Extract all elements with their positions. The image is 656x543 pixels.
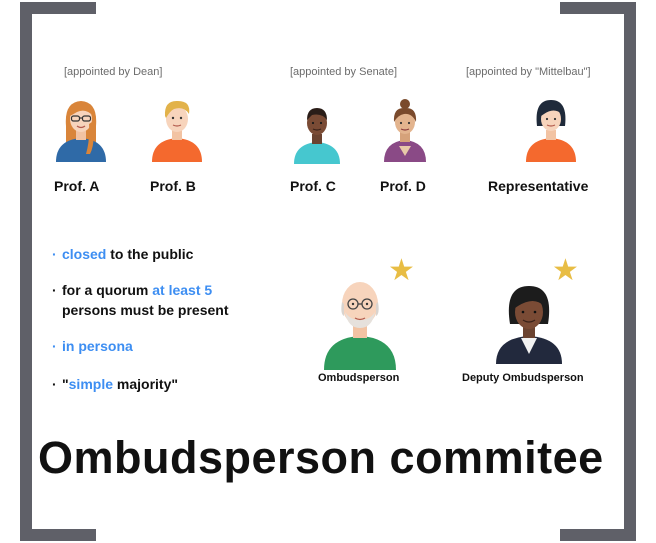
- frame-top-left: [20, 2, 96, 56]
- member-name-prof-b: Prof. B: [150, 178, 196, 194]
- star-icon: ★: [388, 254, 415, 287]
- person-avatar-icon: [496, 286, 562, 364]
- frame-left-bracket: [20, 2, 32, 541]
- person-avatar-icon: [294, 108, 340, 164]
- group-label-mittelbau: [appointed by "Mittelbau"]: [466, 66, 591, 78]
- member-name-prof-d: Prof. D: [380, 178, 426, 194]
- role-ombudsperson: Ombudsperson: [318, 372, 400, 384]
- member-name-prof-a: Prof. A: [54, 178, 100, 194]
- rule-closed: · closed to the public: [52, 246, 194, 262]
- bullet-icon: ·: [52, 246, 57, 262]
- rule-in-persona: · in persona: [52, 338, 133, 354]
- group-label-dean: [appointed by Dean]: [64, 66, 163, 78]
- person-avatar-icon: [152, 100, 202, 162]
- frame-bottom-right: [560, 487, 636, 541]
- bullet-icon: ·: [52, 338, 57, 354]
- role-deputy-ombudsperson: Deputy Ombudsperson: [462, 372, 584, 384]
- frame-right-bracket: [624, 2, 636, 541]
- frame-bottom-left: [20, 487, 96, 541]
- rule-quorum: · for a quorum at least 5 persons must be…: [52, 282, 229, 318]
- frame-top-right: [560, 2, 636, 56]
- bullet-icon: ·: [52, 282, 57, 298]
- bullet-icon: ·: [52, 376, 57, 392]
- member-name-prof-c: Prof. C: [290, 178, 336, 194]
- group-label-senate: [appointed by Senate]: [290, 66, 398, 78]
- rule-majority: · "simple majority": [52, 376, 178, 392]
- member-name-representative: Representative: [488, 178, 589, 194]
- person-avatar-icon: [56, 101, 106, 162]
- diagram-title: Ombudsperson commitee: [38, 432, 604, 483]
- person-avatar-icon: [526, 100, 576, 162]
- person-avatar-icon: [384, 99, 426, 162]
- star-icon: ★: [552, 254, 579, 287]
